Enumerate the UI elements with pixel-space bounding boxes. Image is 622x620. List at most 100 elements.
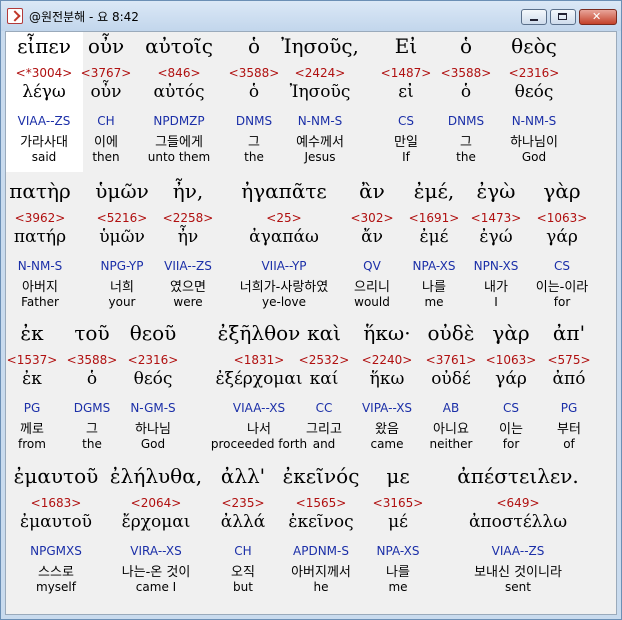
greek-word[interactable]: ὁ [460, 34, 472, 58]
lemma-word: οὐδέ [431, 369, 471, 389]
strongs-number[interactable]: <1487> [381, 66, 432, 80]
greek-word[interactable]: ἂν [359, 179, 385, 203]
strongs-number[interactable]: <1063> [486, 353, 537, 367]
english-gloss: he [313, 580, 329, 594]
greek-word[interactable]: ἐμέ, [414, 179, 454, 203]
greek-word[interactable]: εἶπεν [17, 34, 71, 58]
greek-word[interactable]: ἀπ' [553, 321, 585, 345]
strongs-number[interactable]: <1473> [471, 211, 522, 225]
lemma-word: θεός [133, 369, 173, 389]
greek-word[interactable]: ἥκω· [363, 321, 410, 345]
lemma-word: καί [309, 369, 339, 389]
greek-word[interactable]: ἠγαπᾶτε [241, 179, 327, 203]
strongs-number[interactable]: <1683> [31, 496, 82, 510]
strongs-number[interactable]: <3767> [81, 66, 132, 80]
strongs-number[interactable]: <2258> [163, 211, 214, 225]
english-gloss: ye-love [262, 295, 306, 309]
korean-gloss: 너희 [110, 280, 134, 295]
strongs-number[interactable]: <2064> [131, 496, 182, 510]
korean-gloss: 그 [86, 422, 98, 437]
english-gloss: but [233, 580, 253, 594]
greek-word[interactable]: ὑμῶν [95, 179, 149, 203]
strongs-number[interactable]: <3588> [441, 66, 492, 80]
strongs-number[interactable]: <3165> [373, 496, 424, 510]
lemma-word: εἰ [398, 82, 414, 102]
strongs-number[interactable]: <1691> [409, 211, 460, 225]
greek-word[interactable]: γὰρ [543, 179, 580, 203]
strongs-number[interactable]: <649> [496, 496, 539, 510]
strongs-number[interactable]: <2424> [295, 66, 346, 80]
app-window: @원전분해 - 요 8:42 εἶπεν <*3004> λέγω VIAA--ZS 가… [0, 0, 622, 620]
strongs-number[interactable]: <1565> [296, 496, 347, 510]
interlinear-view[interactable]: εἶπεν <*3004> λέγω VIAA--ZS 가라사대 said οὖν <3767… [5, 31, 617, 615]
greek-word[interactable]: οὖν [88, 34, 124, 58]
window-title: @원전분해 - 요 8:42 [29, 10, 139, 24]
english-gloss: would [354, 295, 390, 309]
strongs-number[interactable]: <2532> [299, 353, 350, 367]
english-gloss: came [370, 437, 404, 451]
greek-word[interactable]: ἐξῆλθον [218, 321, 301, 345]
english-gloss: your [108, 295, 136, 309]
korean-gloss: 너희가-사랑하였 [239, 280, 329, 295]
greek-word[interactable]: Ἰησοῦς, [281, 34, 359, 58]
strongs-number[interactable]: <2316> [128, 353, 179, 367]
greek-word[interactable]: ἐγὼ [477, 179, 516, 203]
strongs-number[interactable]: <3588> [229, 66, 280, 80]
strongs-number[interactable]: <2240> [362, 353, 413, 367]
greek-word[interactable]: ἦν, [173, 179, 204, 203]
greek-word[interactable]: ἀλλ' [221, 464, 265, 488]
greek-word[interactable]: καὶ [307, 321, 341, 345]
korean-gloss: 왔음 [375, 422, 399, 437]
parsing-code: VIRA--XS [130, 544, 182, 558]
strongs-number[interactable]: <*3004> [16, 66, 73, 80]
minimize-button[interactable] [521, 9, 547, 25]
greek-word[interactable]: με [386, 464, 409, 488]
korean-gloss: 나는-온 것이 [121, 565, 191, 580]
strongs-number[interactable]: <2316> [509, 66, 560, 80]
strongs-number[interactable]: <3588> [67, 353, 118, 367]
lemma-word: θεός [514, 82, 554, 102]
greek-word[interactable]: ἐμαυτοῦ [14, 464, 99, 488]
strongs-number[interactable]: <846> [157, 66, 200, 80]
english-gloss: for [502, 437, 520, 451]
greek-word[interactable]: πατὴρ [9, 179, 70, 203]
strongs-number[interactable]: <1063> [537, 211, 588, 225]
greek-word[interactable]: γὰρ [492, 321, 529, 345]
greek-word[interactable]: θεὸς [511, 34, 557, 58]
strongs-number[interactable]: <25> [266, 211, 301, 225]
strongs-number[interactable]: <5216> [97, 211, 148, 225]
greek-word[interactable]: ἀπέστειλεν. [457, 464, 578, 488]
korean-gloss: 나를 [422, 280, 446, 295]
greek-word[interactable]: θεοῦ [130, 321, 177, 345]
lemma-word: ἦν [177, 227, 199, 247]
english-gloss: then [92, 150, 120, 164]
strongs-number[interactable]: <1831> [234, 353, 285, 367]
lemma-word: Ἰησοῦς [289, 82, 351, 102]
english-gloss: myself [36, 580, 76, 594]
strongs-number[interactable]: <3962> [15, 211, 66, 225]
korean-gloss: 오직 [231, 565, 255, 580]
english-gloss: unto them [147, 150, 211, 164]
greek-word[interactable]: αὐτοῖς [145, 34, 213, 58]
greek-word[interactable]: οὐδὲ [428, 321, 475, 345]
close-button[interactable] [579, 9, 617, 25]
strongs-number[interactable]: <575> [547, 353, 590, 367]
lemma-word: γάρ [546, 227, 578, 247]
strongs-number[interactable]: <1537> [7, 353, 58, 367]
maximize-button[interactable] [550, 9, 576, 25]
parsing-code: CS [503, 401, 519, 415]
strongs-number[interactable]: <3761> [426, 353, 477, 367]
greek-word[interactable]: τοῦ [74, 321, 109, 345]
korean-gloss: 하나님이 [510, 135, 558, 150]
strongs-number[interactable]: <302> [350, 211, 393, 225]
greek-word[interactable]: ἐλήλυθα, [110, 464, 202, 488]
greek-word[interactable]: Εἰ [395, 34, 417, 58]
strongs-number[interactable]: <235> [221, 496, 264, 510]
greek-word[interactable]: ἐκ [20, 321, 43, 345]
title-bar[interactable]: @원전분해 - 요 8:42 [1, 1, 621, 31]
greek-word[interactable]: ὁ [248, 34, 260, 58]
greek-word[interactable]: ἐκεῖνός [283, 464, 360, 488]
english-gloss: said [31, 150, 57, 164]
parsing-code: PG [23, 401, 41, 415]
korean-gloss: 예수께서 [296, 135, 344, 150]
